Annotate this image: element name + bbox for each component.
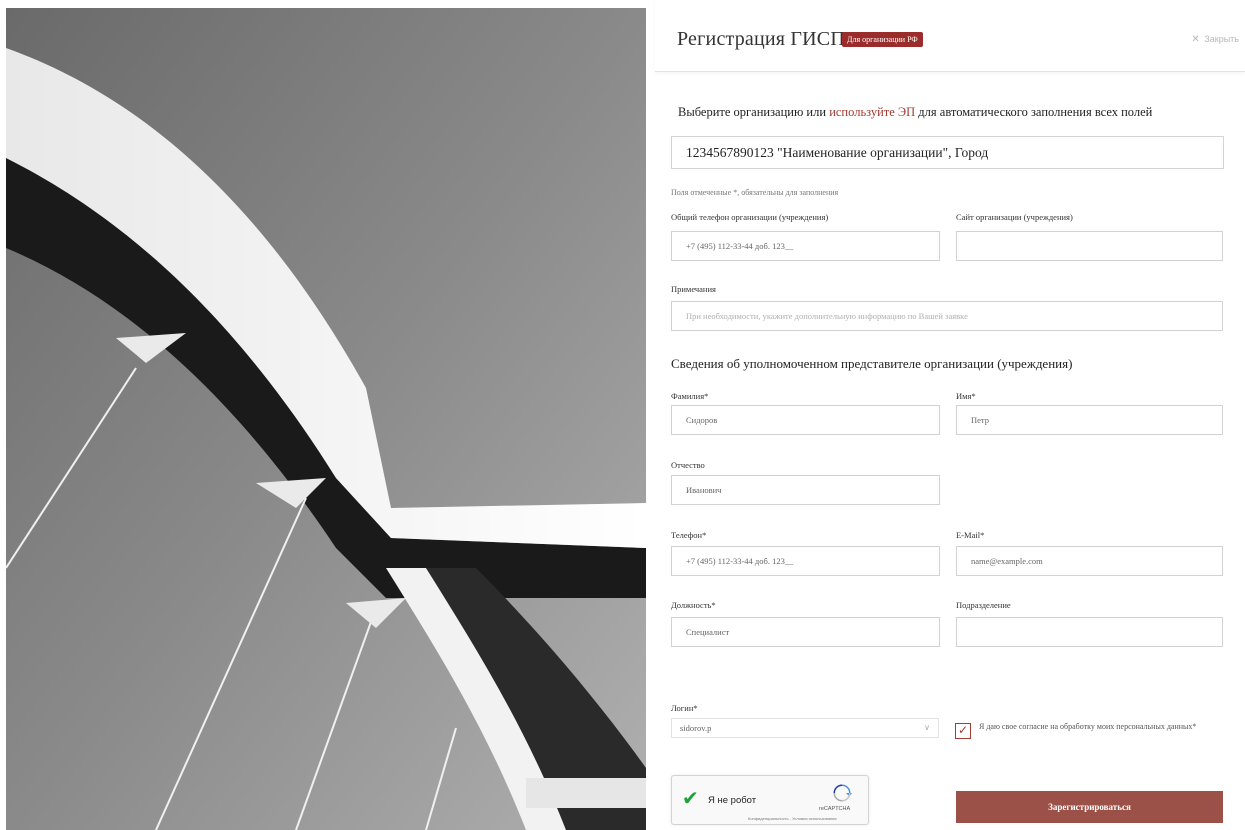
bridge-photo <box>6 8 646 830</box>
consent-checkbox[interactable]: ✓ <box>955 723 971 739</box>
use-signature-link[interactable]: используйте ЭП <box>829 105 915 119</box>
recaptcha-label: Я не робот <box>708 795 757 806</box>
page-title: Регистрация ГИСП <box>677 28 845 50</box>
lead-after: для автоматического заполнения всех поле… <box>915 105 1153 119</box>
required-note: Поля отмеченные *, обязательны для запол… <box>671 188 839 197</box>
department-label: Подразделение <box>956 600 1011 610</box>
login-label: Логин* <box>671 703 698 713</box>
last-name-label: Фамилия* <box>671 391 709 401</box>
recaptcha-check-icon: ✔ <box>682 786 699 810</box>
organization-select[interactable]: 1234567890123 "Наименование организации"… <box>671 136 1224 169</box>
org-phone-input[interactable]: +7 (495) 112-33-44 доб. 123__ <box>671 231 940 261</box>
position-label: Должность* <box>671 600 716 610</box>
consent-text: Я даю свое согласие на обработку моих пе… <box>979 722 1197 731</box>
login-value: sidorov.p <box>680 723 712 733</box>
notes-input[interactable]: При необходимости, укажите дополнительну… <box>671 301 1223 331</box>
middle-name-input[interactable]: Иванович <box>671 475 940 505</box>
middle-name-label: Отчество <box>671 460 705 470</box>
close-icon: ✕ <box>1191 34 1200 45</box>
org-site-input[interactable] <box>956 231 1223 261</box>
phone-label: Телефон* <box>671 530 707 540</box>
email-input[interactable]: name@example.com <box>956 546 1223 576</box>
register-button[interactable]: Зарегистрироваться <box>956 791 1223 823</box>
close-button[interactable]: ✕ Закрыть <box>1191 34 1239 45</box>
department-input[interactable] <box>956 617 1223 647</box>
login-select[interactable]: sidorov.p ∨ <box>671 718 939 738</box>
email-label: E-Mail* <box>956 530 985 540</box>
first-name-input[interactable]: Петр <box>956 405 1223 435</box>
registration-panel: Регистрация ГИСП Для организации РФ ✕ За… <box>655 0 1245 830</box>
recaptcha-widget[interactable]: ✔ Я не робот reCAPTCHA Конфиденциальност… <box>671 775 869 825</box>
recaptcha-logo-icon <box>833 784 852 802</box>
panel-header: Регистрация ГИСП Для организации РФ ✕ За… <box>655 0 1245 72</box>
org-site-label: Сайт организации (учреждения) <box>956 212 1073 222</box>
lead-text: Выберите организацию или используйте ЭП … <box>678 105 1152 120</box>
phone-input[interactable]: +7 (495) 112-33-44 доб. 123__ <box>671 546 940 576</box>
checkmark-icon: ✓ <box>958 723 969 737</box>
recaptcha-brand: reCAPTCHA <box>819 806 851 812</box>
org-phone-label: Общий телефон организации (учреждения) <box>671 212 829 222</box>
notes-label: Примечания <box>671 284 716 294</box>
position-input[interactable]: Специалист <box>671 617 940 647</box>
lead-before: Выберите организацию или <box>678 105 830 119</box>
chevron-down-icon: ∨ <box>924 723 930 732</box>
first-name-label: Имя* <box>956 391 976 401</box>
last-name-input[interactable]: Сидоров <box>671 405 940 435</box>
representative-section-title: Сведения об уполномоченном представителе… <box>671 356 1073 371</box>
close-label: Закрыть <box>1204 34 1239 44</box>
org-type-badge: Для организации РФ <box>842 32 923 47</box>
recaptcha-terms-link[interactable]: Конфиденциальность - Условия использован… <box>748 816 837 821</box>
